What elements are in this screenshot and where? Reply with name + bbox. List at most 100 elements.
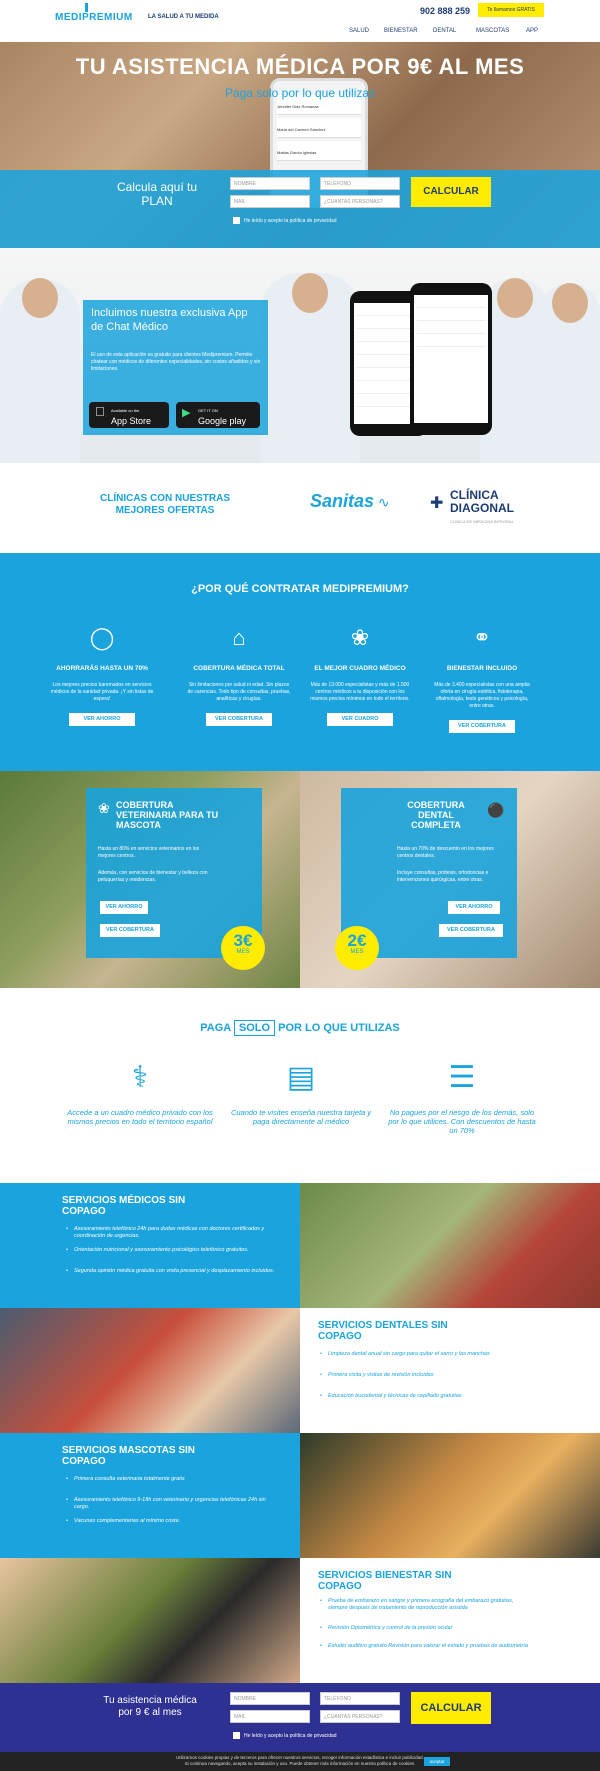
feature-savings: ◯ AHORRARÁS HASTA UN 70% Los mejores pre… xyxy=(42,623,162,726)
clinics-section: CLÍNICAS CON NUESTRAS MEJORES OFERTAS Sa… xyxy=(0,463,600,553)
cookie-bar: Utilizamos cookies propias y de terceros… xyxy=(0,1752,600,1771)
persons-select[interactable]: ¿CUÁNTAS PERSONAS? xyxy=(320,195,400,208)
app-promo-box: Incluimos nuestra exclusiva App de Chat … xyxy=(83,300,268,435)
network-icon: ❀ xyxy=(350,625,370,650)
dental-coverage-button[interactable]: VER COBERTURA xyxy=(439,924,503,937)
bottom-phone-input[interactable]: TELÉFONO xyxy=(320,1692,400,1705)
googleplay-small: GET IT ON xyxy=(198,408,218,413)
dental-savings-button[interactable]: VER AHORRO xyxy=(448,901,500,914)
cookie-accept-button[interactable]: aceptar xyxy=(424,1757,450,1766)
feature-coverage: ⌂ COBERTURA MÉDICA TOTAL Sin limitacione… xyxy=(179,623,299,726)
document-icon: ☰ xyxy=(448,1061,476,1094)
nav-item-app[interactable]: APP xyxy=(526,28,538,34)
bottom-calculator: Tu asistencia médica por 9 € al mes NOMB… xyxy=(0,1683,600,1758)
service-item: Prueba de embarazo en sangre y primera e… xyxy=(320,1598,530,1612)
email-input[interactable]: MAIL xyxy=(230,195,310,208)
wellness-services: SERVICIOS BIENESTAR SIN COPAGO Prueba de… xyxy=(300,1558,600,1683)
calculator-band: Calcula aquí tu PLAN NOMBRE TELÉFONO MAI… xyxy=(0,170,600,248)
pay-item-text: No pagues por el riesgo de los demás, so… xyxy=(388,1108,536,1135)
why-section: ¿POR QUÉ CONTRATAR MEDIPREMIUM? ◯ AHORRA… xyxy=(0,553,600,771)
pets-section: ❀ COBERTURA VETERINARIA PARA TU MASCOTA … xyxy=(0,771,300,988)
call-me-button[interactable]: Te llamamos GRATIS xyxy=(478,3,544,17)
see-network-button[interactable]: VER CUADRO xyxy=(327,713,393,726)
google-play-button[interactable]: ▶ GET IT ON Google play xyxy=(176,402,260,428)
couple-photo xyxy=(0,1308,300,1433)
see-savings-button[interactable]: VER AHORRO xyxy=(69,713,135,726)
app-store-button[interactable]:  Available on the App Store xyxy=(89,402,169,428)
pay-item-text: Cuando te visites enseña nuestra tarjeta… xyxy=(230,1108,372,1126)
calculate-button[interactable]: CALCULAR xyxy=(411,177,491,207)
price-amount: 2€ xyxy=(347,931,367,950)
doctor-head xyxy=(497,278,533,318)
bottom-calculate-button[interactable]: CALCULAR xyxy=(411,1692,491,1724)
cookie-text-2: Si continua navegando, acepta su instala… xyxy=(184,1761,416,1766)
see-coverage-button[interactable]: VER COBERTURA xyxy=(206,713,272,726)
privacy-checkbox[interactable]: He leído y acepto la política de privaci… xyxy=(233,217,337,224)
hero-subtitle: Paga solo por lo que utilizas xyxy=(224,86,376,100)
checkbox-icon[interactable] xyxy=(233,1732,240,1739)
piggy-bank-icon: ◯ xyxy=(89,625,115,650)
pay-title-boxed: SOLO xyxy=(233,1020,276,1036)
sanitas-logo[interactable]: Sanitas ∿ xyxy=(310,491,390,512)
tooth-icon: ⚫ xyxy=(487,802,505,818)
pay-title: PAGA SOLO POR LO QUE UTILIZAS xyxy=(0,1020,600,1036)
tagline: LA SALUD A TU MEDIDA xyxy=(148,14,219,20)
doctor-image xyxy=(540,283,600,463)
checkbox-icon[interactable] xyxy=(233,217,240,224)
app-description: El uso de esta aplicación es gratuito pa… xyxy=(91,352,261,372)
phone-number[interactable]: 902 888 259 xyxy=(420,6,470,16)
pets-coverage-button[interactable]: VER COBERTURA xyxy=(100,924,160,937)
pay-item-card: ▤ Cuando te visites enseña nuestra tarje… xyxy=(226,1058,376,1126)
diagonal-line2: DIAGONAL xyxy=(450,501,514,515)
service-item: Segunda opinión médica gratuita con visi… xyxy=(66,1268,276,1275)
diagonal-line1: CLÍNICA xyxy=(450,488,499,502)
privacy-label: He leído y acepto la política de privaci… xyxy=(244,1732,337,1739)
feature-wellness: ⚭ BIENESTAR INCLUIDO Más de 3.400 especi… xyxy=(422,623,542,733)
nav-item-dental[interactable]: DENTAL xyxy=(433,28,456,34)
service-item: Revisión Optométrica y control de la pre… xyxy=(320,1625,530,1632)
feature-network: ❀ EL MEJOR CUADRO MÉDICO Más de 13.000 e… xyxy=(300,623,420,726)
appstore-label: App Store xyxy=(111,416,152,426)
diagonal-subtitle: CLÍNICA DE MEDICINA INTEGRAL xyxy=(450,519,514,524)
bottom-privacy-checkbox[interactable]: He leído y acepto la política de privaci… xyxy=(233,1732,337,1739)
feature-title: AHORRARÁS HASTA UN 70% xyxy=(56,665,148,672)
service-item: Orientación nutricional y asesoramiento … xyxy=(66,1247,276,1254)
pay-item-doctors: ⚕ Accede a un cuadro médico privado con … xyxy=(65,1058,215,1126)
apple-icon:  xyxy=(95,405,105,418)
doctor-image xyxy=(260,273,360,463)
header: MEDIPREMIUM LA SALUD A TU MEDIDA 902 888… xyxy=(0,0,600,42)
bottom-name-input[interactable]: NOMBRE xyxy=(230,1692,310,1705)
service-item: Estudio auditivo gratuito Revisión para … xyxy=(320,1643,530,1650)
dental-title: COBERTURA DENTAL COMPLETA xyxy=(407,800,465,830)
dental-text-1: Hasta un 70% de descuento en los mejores… xyxy=(397,846,494,859)
wellness-services-title: SERVICIOS BIENESTAR SIN COPAGO xyxy=(318,1570,452,1592)
service-item: Asesoramiento telefónico 24h para dudas … xyxy=(66,1226,276,1240)
pay-title-post: POR LO QUE UTILIZAS xyxy=(278,1022,400,1034)
nav-item-salud[interactable]: SALUD xyxy=(349,28,369,34)
service-item: Asesoramiento telefónico 9-18h con veter… xyxy=(66,1497,276,1511)
dental-price-badge: 2€ MES xyxy=(335,926,379,970)
doctor-head xyxy=(552,283,588,323)
phone-input[interactable]: TELÉFONO xyxy=(320,177,400,190)
service-item: Vacunas complementarias al mínimo coste. xyxy=(66,1518,276,1525)
name-input[interactable]: NOMBRE xyxy=(230,177,310,190)
see-wellness-coverage-button[interactable]: VER COBERTURA xyxy=(449,720,515,733)
pet-services-title: SERVICIOS MASCOTAS SIN COPAGO xyxy=(62,1445,195,1467)
why-title: ¿POR QUÉ CONTRATAR MEDIPREMIUM? xyxy=(191,583,409,595)
logo[interactable]: MEDIPREMIUM xyxy=(55,3,133,23)
googleplay-label: Google play xyxy=(198,416,247,426)
pets-savings-button[interactable]: VER AHORRO xyxy=(100,901,148,914)
logo-mark xyxy=(85,3,88,12)
bottom-email-input[interactable]: MAIL xyxy=(230,1710,310,1723)
nav-item-mascotas[interactable]: MASCOTAS xyxy=(476,28,509,34)
nav-item-bienestar[interactable]: BIENESTAR xyxy=(384,28,418,34)
feature-desc: Los mejores precios baremados en servici… xyxy=(50,682,154,702)
contact-row: Matias Garcia Iglesias xyxy=(277,141,361,161)
bottom-persons-select[interactable]: ¿CUÁNTAS PERSONAS? xyxy=(320,1710,400,1723)
feature-desc: Más de 13.000 especialistas y más de 1.5… xyxy=(310,682,410,702)
woman-cat-photo xyxy=(300,1433,600,1558)
feature-title: COBERTURA MÉDICA TOTAL xyxy=(193,665,285,672)
diagonal-logo[interactable]: CLÍNICA DIAGONAL CLÍNICA DE MEDICINA INTEG… xyxy=(450,489,514,528)
feature-title: BIENESTAR INCLUIDO xyxy=(446,665,518,672)
doctor-head xyxy=(292,273,328,313)
